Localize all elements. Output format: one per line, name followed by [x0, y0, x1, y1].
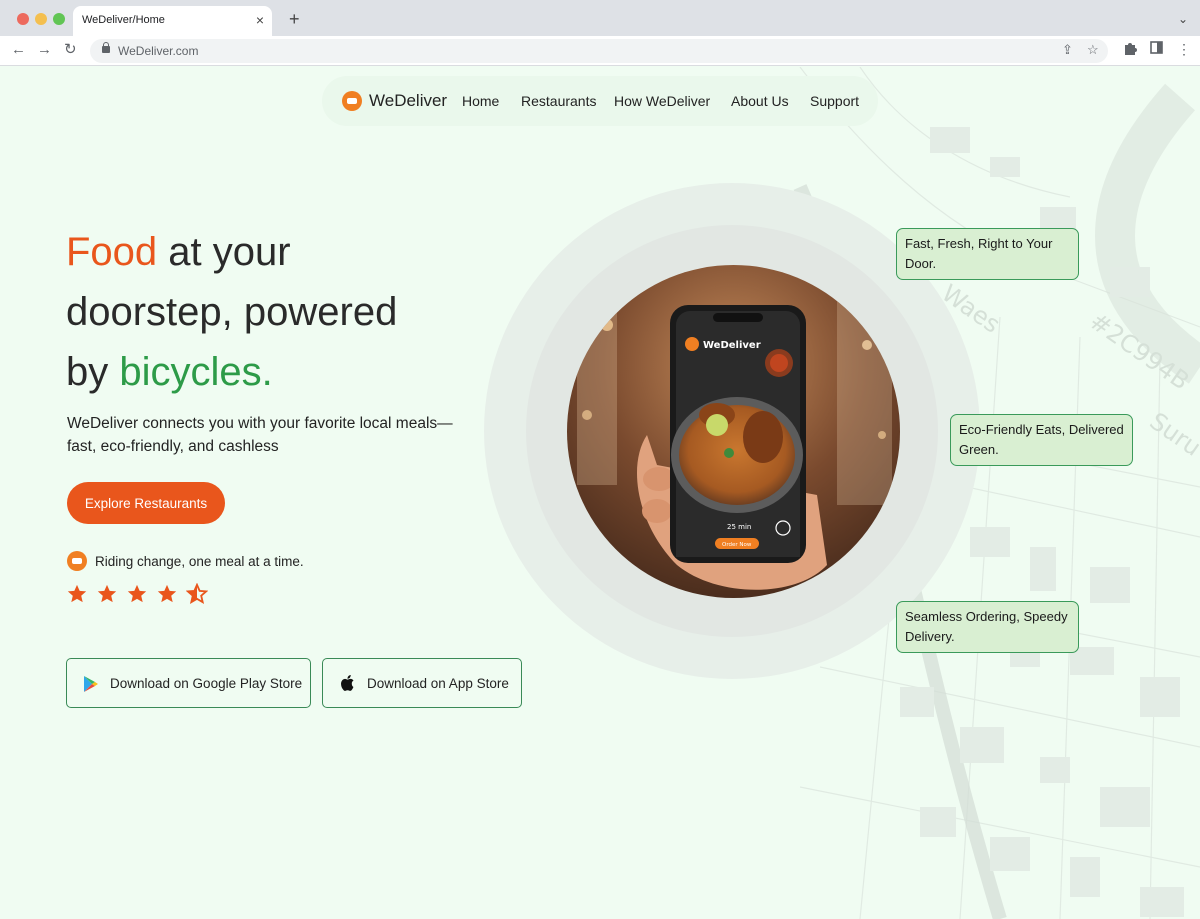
tab-search-chevron-icon[interactable]: ⌄	[1178, 12, 1188, 26]
phone-eta: 25 min	[727, 523, 751, 531]
side-panel-icon[interactable]	[1150, 41, 1163, 54]
phone-order-button: Order Now	[722, 542, 752, 548]
close-window-button[interactable]	[17, 13, 29, 25]
star-icon	[67, 584, 87, 603]
minimize-window-button[interactable]	[35, 13, 47, 25]
star-icon	[127, 584, 147, 603]
hero-photo-phone-in-hand: WeDeliver 25 min Order Now	[567, 265, 900, 598]
nav-link-support[interactable]: Support	[810, 93, 859, 109]
apple-icon	[341, 675, 354, 691]
extensions-puzzle-icon[interactable]	[1123, 41, 1137, 55]
tagline: Riding change, one meal at a time.	[95, 554, 304, 569]
share-icon[interactable]: ⇪	[1062, 42, 1073, 58]
hero-title-text: at your	[168, 230, 291, 274]
star-icon	[97, 584, 117, 603]
hero-title: Food at your doorstep, powered by bicycl…	[66, 222, 486, 402]
reload-icon[interactable]: ↻	[64, 41, 77, 59]
phone-app-name: WeDeliver	[703, 340, 761, 351]
brand-name[interactable]: WeDeliver	[369, 91, 447, 111]
app-store-button[interactable]: Download on App Store	[322, 658, 522, 708]
delivery-bike-icon	[67, 551, 87, 571]
new-tab-icon[interactable]: +	[289, 10, 300, 28]
back-arrow-icon[interactable]: ←	[11, 41, 26, 59]
browser-tab[interactable]: WeDeliver/Home ×	[73, 6, 272, 36]
feature-callout: Fast, Fresh, Right to Your Door.	[896, 228, 1079, 280]
app-store-label: Download on App Store	[367, 676, 509, 691]
tab-title: WeDeliver/Home	[82, 14, 165, 26]
forward-arrow-icon[interactable]: →	[37, 41, 52, 59]
hero-title-highlight-green: bicycles.	[119, 350, 273, 394]
page-content: Waes #2C994B Suru WeDeliver Home Restaur…	[0, 67, 1200, 919]
hero-title-text: doorstep, powered	[66, 290, 398, 334]
nav-link-home[interactable]: Home	[462, 93, 499, 109]
feature-callout: Seamless Ordering, Speedy Delivery.	[896, 601, 1079, 653]
address-bar[interactable]: WeDeliver.com ⇪ ☆	[90, 39, 1108, 63]
explore-restaurants-button[interactable]: Explore Restaurants	[67, 482, 225, 524]
more-menu-icon[interactable]: ⋮	[1177, 41, 1191, 58]
star-half-icon	[186, 583, 208, 605]
delivery-logo-icon	[342, 91, 362, 111]
hero-description: WeDeliver connects you with your favorit…	[67, 415, 453, 455]
hero-title-highlight: Food	[66, 230, 158, 274]
bookmark-star-icon[interactable]: ☆	[1087, 42, 1099, 58]
browser-tab-strip: WeDeliver/Home × + ⌄	[0, 0, 1200, 36]
nav-link-about-us[interactable]: About Us	[731, 93, 789, 109]
maximize-window-button[interactable]	[53, 13, 65, 25]
feature-callout: Eco-Friendly Eats, Delivered Green.	[950, 414, 1133, 466]
nav-link-how-wedeliver[interactable]: How WeDeliver	[614, 93, 710, 109]
browser-toolbar: ← → ↻ WeDeliver.com ⇪ ☆ ⋮	[0, 36, 1200, 66]
lock-icon	[102, 42, 110, 53]
nav-link-restaurants[interactable]: Restaurants	[521, 93, 596, 109]
google-play-button[interactable]: Download on Google Play Store	[66, 658, 311, 708]
google-play-label: Download on Google Play Store	[110, 676, 303, 691]
hero-title-text: by	[66, 350, 109, 394]
star-icon	[157, 584, 177, 603]
map-label: Suru	[1145, 407, 1200, 462]
google-play-icon	[84, 676, 98, 692]
close-tab-icon[interactable]: ×	[256, 12, 264, 28]
url-text: WeDeliver.com	[118, 44, 199, 58]
main-navbar: WeDeliver Home Restaurants How WeDeliver…	[322, 76, 878, 126]
